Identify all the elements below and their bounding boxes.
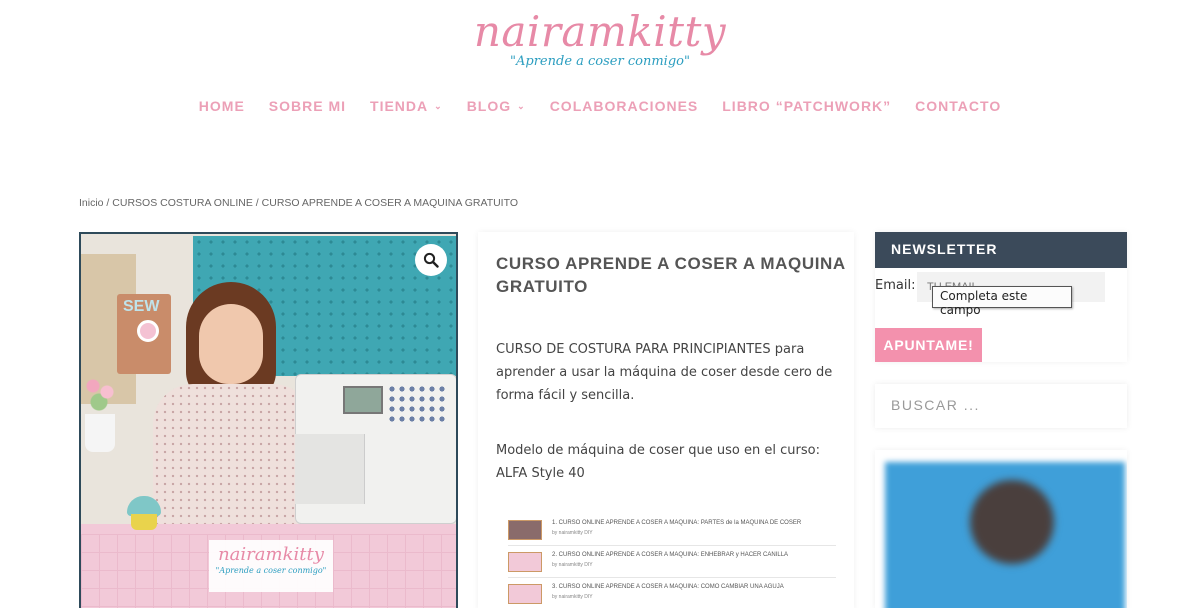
watermark-logo-text: nairamkitty — [218, 544, 324, 565]
video-thumbnail — [508, 552, 542, 572]
nav-item-label: BLOG — [466, 98, 512, 114]
breadcrumb-category-link[interactable]: CURSOS COSTURA ONLINE — [112, 197, 253, 209]
site-logo[interactable]: nairamkitty "Aprende a coser conmigo" — [0, 7, 1200, 70]
image-sewing-machine-arm — [295, 434, 365, 504]
nav-item-label: CONTACTO — [915, 98, 1002, 114]
nav-item-colaboraciones[interactable]: COLABORACIONES — [550, 98, 699, 114]
blurred-avatar — [970, 480, 1054, 564]
video-author: by nairamkitty DIY — [552, 594, 593, 600]
breadcrumb: Inicio / CURSOS COSTURA ONLINE / CURSO A… — [79, 197, 518, 209]
zoom-button[interactable] — [415, 244, 447, 276]
nav-item-tienda[interactable]: TIENDA ⌄ — [370, 98, 443, 114]
logo-tagline: "Aprende a coser conmigo" — [510, 54, 690, 69]
image-pot — [85, 414, 115, 452]
chevron-down-icon: ⌄ — [517, 100, 526, 111]
nav-item-label: SOBRE MI — [268, 98, 347, 114]
nav-item-libro-patchwork[interactable]: LIBRO “PATCHWORK” — [722, 98, 891, 114]
playlist-item[interactable]: 1. CURSO ONLINE APRENDE A COSER A MAQUIN… — [508, 516, 836, 546]
video-author: by nairamkitty DIY — [552, 562, 593, 568]
product-description: CURSO DE COSTURA PARA PRINCIPIANTES para… — [496, 342, 833, 403]
video-thumbnail — [508, 520, 542, 540]
image-watermark: nairamkitty "Aprende a coser conmigo" — [209, 540, 333, 592]
chevron-down-icon: ⌄ — [434, 100, 443, 111]
subscribe-button[interactable]: APUNTAME! — [875, 328, 982, 362]
newsletter-heading: NEWSLETTER — [875, 232, 1127, 268]
product-image[interactable]: SEW nairamkitty "Aprende a coser conmigo… — [79, 232, 458, 608]
nav-item-blog[interactable]: BLOG ⌄ — [467, 98, 526, 114]
video-thumbnail — [508, 584, 542, 604]
nav-item-label: TIENDA — [370, 98, 429, 114]
image-pincushion-base — [131, 514, 157, 530]
email-label: Email: — [875, 278, 916, 293]
playlist-item[interactable]: 2. CURSO ONLINE APRENDE A COSER A MAQUIN… — [508, 548, 836, 578]
image-machine-screen — [343, 386, 383, 414]
image-flowers — [81, 374, 121, 416]
video-title: 1. CURSO ONLINE APRENDE A COSER A MAQUIN… — [552, 520, 802, 526]
main-nav: HOME SOBRE MI TIENDA ⌄ BLOG ⌄ COLABORACION… — [0, 98, 1200, 114]
breadcrumb-separator: / — [252, 197, 262, 209]
watermark-tagline: "Aprende a coser conmigo" — [215, 566, 327, 575]
blurred-image-widget — [875, 450, 1127, 608]
logo-text: nairamkitty — [473, 7, 727, 56]
video-title: 3. CURSO ONLINE APRENDE A COSER A MAQUIN… — [552, 584, 784, 590]
nav-item-label: COLABORACIONES — [549, 98, 699, 114]
image-sign-badge — [137, 320, 159, 342]
image-sign-text: SEW — [123, 298, 160, 315]
video-playlist: 1. CURSO ONLINE APRENDE A COSER A MAQUIN… — [508, 516, 836, 608]
image-machine-buttons — [387, 384, 449, 424]
nav-item-sobre-mi[interactable]: SOBRE MI — [269, 98, 346, 114]
nav-item-label: LIBRO “PATCHWORK” — [722, 98, 892, 114]
nav-item-label: HOME — [198, 98, 245, 114]
breadcrumb-separator: / — [103, 197, 113, 209]
search-input[interactable]: BUSCAR ... — [875, 384, 1127, 428]
nav-item-contacto[interactable]: CONTACTO — [915, 98, 1001, 114]
nav-item-home[interactable]: HOME — [199, 98, 245, 114]
video-author: by nairamkitty DIY — [552, 530, 593, 536]
image-person-face — [199, 304, 263, 384]
image-person-blouse — [153, 384, 313, 524]
breadcrumb-home-link[interactable]: Inicio — [79, 197, 104, 209]
product-machine-model: Modelo de máquina de coser que uso en el… — [496, 443, 820, 481]
magnifier-icon — [423, 252, 439, 268]
product-summary: CURSO APRENDE A COSER A MAQUINA GRATUITO… — [478, 232, 854, 608]
playlist-item[interactable]: 3. CURSO ONLINE APRENDE A COSER A MAQUIN… — [508, 580, 836, 608]
validation-tooltip: Completa este campo — [932, 286, 1072, 317]
newsletter-widget: NEWSLETTER Email: Completa este campo AP… — [875, 232, 1127, 362]
video-title: 2. CURSO ONLINE APRENDE A COSER A MAQUIN… — [552, 552, 789, 558]
product-title: CURSO APRENDE A COSER A MAQUINA GRATUITO — [496, 254, 846, 296]
breadcrumb-current: CURSO APRENDE A COSER A MAQUINA GRATUITO — [261, 197, 518, 209]
